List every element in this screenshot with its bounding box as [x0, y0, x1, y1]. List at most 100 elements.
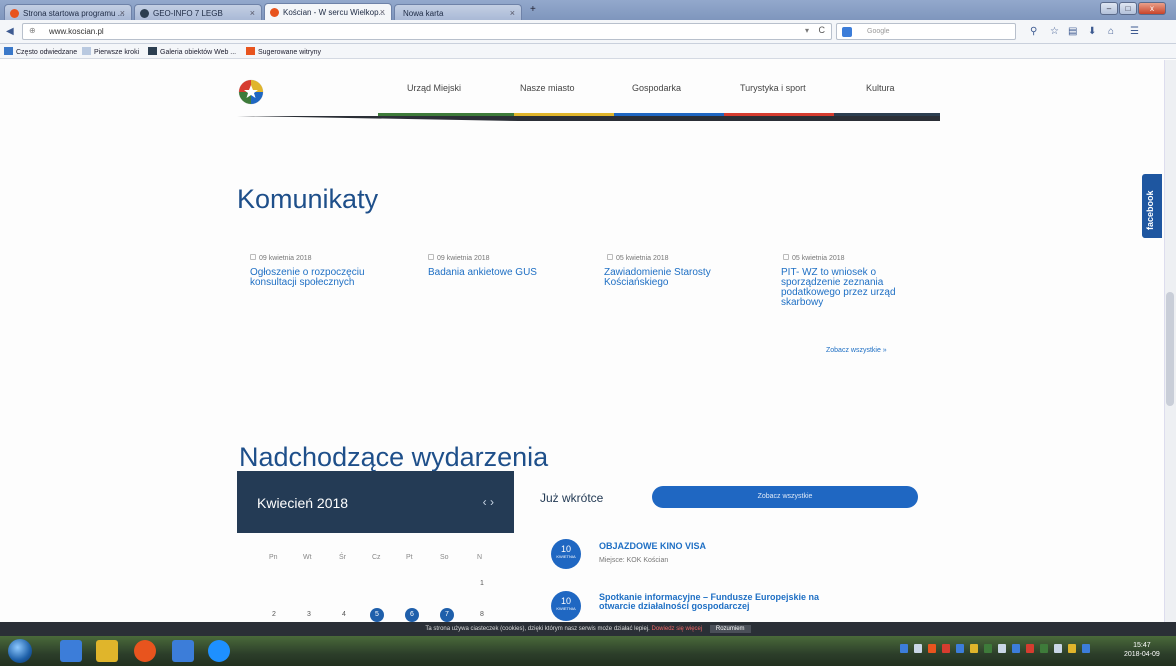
next-month-icon[interactable]: › [490, 495, 494, 509]
nav-kultura[interactable]: Kultura [866, 83, 895, 93]
day-of-week: So [440, 554, 449, 561]
close-tab-icon[interactable]: × [380, 7, 385, 17]
news-date: 05 kwietnia 2018 [783, 254, 845, 262]
tray-icon[interactable] [928, 644, 936, 653]
tray-icon[interactable] [1040, 644, 1048, 653]
news-heading: Komunikaty [237, 184, 379, 214]
clock-date: 2018-04-09 [1124, 651, 1160, 658]
close-tab-icon[interactable]: × [250, 8, 255, 18]
day-of-week: Cz [372, 554, 381, 561]
facebook-tab[interactable]: facebook [1142, 174, 1162, 238]
tray-icon[interactable] [956, 644, 964, 653]
tray-icon[interactable] [998, 644, 1006, 653]
event-title-link[interactable]: Spotkanie informacyjne – Fundusze Europe… [599, 593, 849, 611]
bookmark-item[interactable]: Pierwsze kroki [82, 47, 139, 56]
tray-icon[interactable] [1054, 644, 1062, 653]
bookmark-item[interactable]: Często odwiedzane [4, 47, 77, 56]
site-icon [270, 8, 279, 17]
nav-turystyka-sport[interactable]: Turystyka i sport [740, 83, 806, 93]
scrollbar-thumb[interactable] [1166, 292, 1174, 406]
media-player-icon[interactable] [60, 640, 82, 662]
minimize-button[interactable]: – [1100, 2, 1118, 15]
cookie-accept-button[interactable]: Rozumiem [709, 625, 751, 633]
event-title-link[interactable]: OBJAZDOWE KINO VISA [599, 542, 706, 551]
menu-color-bar [724, 113, 834, 116]
reload-icon[interactable]: C [819, 25, 826, 35]
page-icon [82, 47, 91, 55]
bookmark-item[interactable]: Galeria obiektów Web ... [148, 47, 236, 56]
calendar-day[interactable]: 2 [267, 608, 281, 622]
tray-icon[interactable] [1012, 644, 1020, 653]
dropdown-icon[interactable]: ▾ [805, 26, 809, 35]
news-date: 05 kwietnia 2018 [607, 254, 669, 262]
tray-icon[interactable] [1082, 644, 1090, 653]
prev-month-icon[interactable]: ‹ [483, 495, 487, 509]
tab-new[interactable]: Nowa karta × [394, 4, 522, 20]
calendar-header: Kwiecień 2018 ‹ › [237, 471, 514, 533]
tray-icon[interactable] [900, 644, 908, 653]
calendar-day[interactable]: 3 [302, 608, 316, 622]
bookmark-star-icon[interactable]: ☆ [1050, 26, 1059, 37]
download-icon[interactable]: ⬇ [1088, 26, 1096, 37]
firefox-taskbar-icon[interactable] [134, 640, 156, 662]
nav-gospodarka[interactable]: Gospodarka [632, 83, 681, 93]
bookmarks-list-icon[interactable]: ▤ [1068, 26, 1077, 37]
nav-nasze-miasto[interactable]: Nasze miasto [520, 83, 575, 93]
search-icon[interactable]: ⚲ [1030, 26, 1037, 37]
globe-icon: ⊕ [29, 26, 36, 35]
calendar-month: Kwiecień 2018 [257, 495, 349, 511]
tray-icon[interactable] [970, 644, 978, 653]
close-tab-icon[interactable]: × [510, 8, 515, 18]
menu-color-bar [514, 113, 614, 116]
menu-color-bar [834, 113, 940, 116]
news-link[interactable]: PIT- WZ to wniosek o sporządzenie zeznan… [781, 268, 921, 308]
search-box[interactable]: Google [836, 23, 1016, 40]
tray-icon[interactable] [1068, 644, 1076, 653]
close-tab-icon[interactable]: × [120, 8, 125, 18]
news-link[interactable]: Zawiadomienie Starosty Kościańskiego [604, 268, 734, 288]
bookmark-item[interactable]: Sugerowane witryny [246, 47, 321, 56]
tray-icon[interactable] [1026, 644, 1034, 653]
internet-explorer-icon[interactable] [208, 640, 230, 662]
tab-geoinfo[interactable]: GEO-INFO 7 LEGB × [134, 4, 262, 20]
new-tab-button[interactable]: + [530, 4, 536, 15]
calendar-day-event[interactable]: 5 [370, 608, 384, 622]
tab-label: Strona startowa programu ... [23, 9, 125, 18]
tab-label: Kościan - W sercu Wielkop... [283, 8, 386, 17]
news-link[interactable]: Ogłoszenie o rozpoczęciu konsultacji spo… [250, 268, 400, 288]
calendar-icon [783, 254, 789, 260]
file-explorer-icon[interactable] [96, 640, 118, 662]
cookie-more-link[interactable]: Dowiedz się więcej [652, 626, 703, 632]
suggested-sites-icon [246, 47, 255, 55]
search-placeholder: Google [867, 28, 890, 35]
app-taskbar-icon[interactable] [172, 640, 194, 662]
back-icon[interactable]: ◀ [6, 26, 14, 37]
see-all-events-button[interactable]: Zobacz wszystkie [652, 486, 918, 508]
tab-koscian[interactable]: Kościan - W sercu Wielkop... × [264, 3, 392, 20]
tray-icon[interactable] [984, 644, 992, 653]
calendar-day-event[interactable]: 6 [405, 608, 419, 622]
calendar-icon [607, 254, 613, 260]
system-clock[interactable]: 15:47 2018-04-09 [1124, 641, 1160, 659]
nav-urzad-miejski[interactable]: Urząd Miejski [407, 83, 461, 93]
address-bar[interactable]: ⊕ www.koscian.pl ▾ C [22, 23, 832, 40]
windows-taskbar: 15:47 2018-04-09 [0, 636, 1176, 666]
close-window-button[interactable]: x [1138, 2, 1166, 15]
web-page: Urząd Miejski Nasze miasto Gospodarka Tu… [0, 60, 1176, 622]
home-icon[interactable]: ⌂ [1108, 26, 1114, 37]
news-link[interactable]: Badania ankietowe GUS [428, 268, 578, 278]
see-all-news-link[interactable]: Zobacz wszystkie » [826, 347, 887, 354]
calendar-day[interactable]: 1 [475, 577, 489, 591]
start-button[interactable] [8, 639, 32, 663]
tab-startpage[interactable]: Strona startowa programu ... × [4, 4, 132, 20]
calendar-day[interactable]: 4 [337, 608, 351, 622]
maximize-button[interactable]: □ [1119, 2, 1137, 15]
city-logo[interactable] [237, 76, 265, 106]
calendar-day-event[interactable]: 7 [440, 608, 454, 622]
calendar-day[interactable]: 8 [475, 608, 489, 622]
menu-icon[interactable]: ☰ [1130, 26, 1139, 37]
tray-icon[interactable] [914, 644, 922, 653]
event-date-badge: 10 KWIETNIA [551, 539, 581, 569]
tray-icon[interactable] [942, 644, 950, 653]
cookie-text: Ta strona używa ciasteczek (cookies), dz… [425, 626, 650, 632]
